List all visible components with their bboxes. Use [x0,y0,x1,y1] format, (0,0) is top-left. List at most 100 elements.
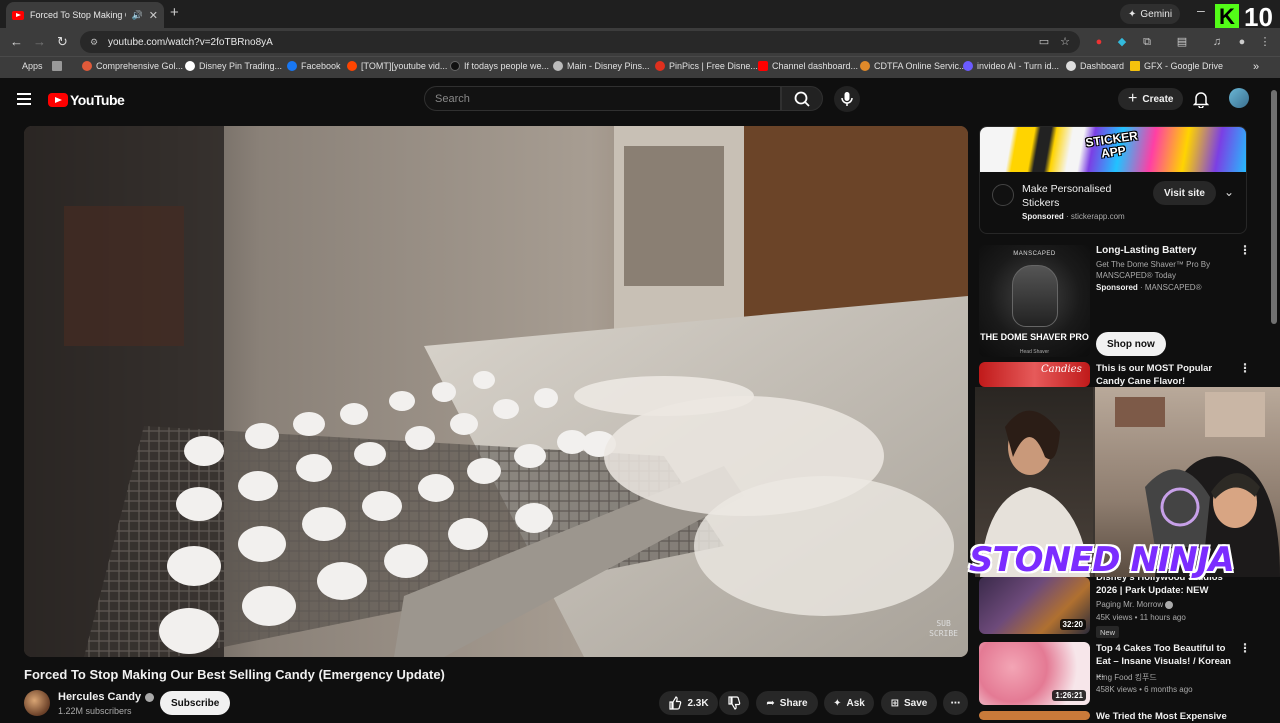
rec-thumbnail[interactable]: Candies [979,362,1090,387]
bookmarks-overflow-icon[interactable]: » [1253,61,1259,73]
gemini-button[interactable]: ✦ Gemini [1120,4,1181,24]
stream-name-overlay: STONED NINJA [969,540,1235,580]
bookmark-invideo[interactable]: invideo AI - Turn id... [963,61,1059,71]
channel-name[interactable]: Hercules Candy [58,691,155,703]
thumbs-up-icon [669,696,682,710]
bookmark-main-disney[interactable]: Main - Disney Pins... [553,61,650,71]
subscribe-button[interactable]: Subscribe [160,691,231,715]
notifications-bell-icon[interactable] [1192,90,1210,113]
create-button[interactable]: + Create [1118,88,1184,110]
rec-more-icon[interactable]: ⋮ [1239,362,1251,374]
url-field[interactable]: ⚙ youtube.com/watch?v=2foTBRno8yA [80,31,1080,53]
bookmark-reddit[interactable]: [TOMT][youtube vid... [347,61,447,71]
youtube-header: YouTube Search + Create [0,78,1280,122]
forward-icon[interactable]: → [33,34,46,49]
video-frame-candy-conveyor [24,126,968,657]
subscriber-count: 1.22M subscribers [58,706,132,716]
bookmark-disney-pin-trading[interactable]: Disney Pin Trading... [185,61,282,71]
reload-icon[interactable]: ↻ [57,34,68,50]
bookmark-favicon-icon [1066,61,1076,71]
bookmark-channel-dashboard[interactable]: Channel dashboard... [758,61,858,71]
ad2-more-icon[interactable]: ⋮ [1239,244,1251,256]
profile-icon[interactable]: ● [1235,35,1249,49]
bookmark-dashboard[interactable]: Dashboard [1066,61,1124,71]
subscribe-watermark[interactable]: SUB SCRIBE [929,619,958,639]
bookmark-apps[interactable]: Apps [8,61,43,71]
bookmark-gfx-drive[interactable]: GFX - Google Drive [1130,61,1223,71]
invideo-icon [963,61,973,71]
ad2-title[interactable]: Long-Lasting Battery [1096,245,1197,256]
back-icon[interactable]: ← [10,34,23,49]
rec-thumbnail-label: Candies [1041,364,1082,375]
shaver-image [1012,265,1058,327]
share-arrow-icon: ➦ [766,697,775,709]
cast-icon[interactable]: ▭ [1037,35,1051,49]
close-tab-icon[interactable]: ✕ [149,9,158,22]
hamburger-menu-icon[interactable] [17,93,31,105]
playlist-add-icon: ⊞ [890,697,900,709]
user-avatar[interactable] [1229,88,1249,108]
dislike-button[interactable] [719,691,749,715]
browser-menu-icon[interactable]: ⋮ [1258,35,1272,49]
bookmark-star-icon[interactable]: ☆ [1058,35,1072,49]
extension-red-icon[interactable]: ● [1092,35,1106,49]
ask-button[interactable]: ✦ Ask [824,691,874,715]
speaker-icon[interactable]: 🔊 [132,10,143,21]
bookmark-tiktok[interactable]: If todays people we... [450,61,549,71]
browser-tab[interactable]: Forced To Stop Making Our 🔊 ✕ [6,2,164,28]
bookmark-favicon-icon [553,61,563,71]
bookmark-comprehensive[interactable]: Comprehensive Gol... [82,61,183,71]
bookmark-grid[interactable] [52,61,66,71]
verified-check-icon [1165,600,1174,609]
new-badge: New [1096,626,1120,638]
search-icon [794,91,810,107]
rec-channel[interactable]: King Food 킹푸드 [1096,672,1157,683]
rec-more-icon[interactable]: ⋮ [1239,642,1251,654]
visit-site-button[interactable]: Visit site [1153,181,1216,205]
ad-banner-image[interactable]: STICKER APP [980,127,1246,172]
page-scrollbar[interactable] [1271,90,1277,324]
like-button[interactable]: 2.3K [659,691,718,715]
channel-avatar[interactable] [24,690,50,716]
address-bar-row: ← → ↻ ⚙ youtube.com/watch?v=2foTBRno8yA … [0,28,1280,56]
thumbs-down-icon [728,696,741,710]
chevron-down-icon[interactable]: ⌄ [1224,185,1234,199]
new-tab-button[interactable]: + [170,4,179,21]
rec-title[interactable]: We Tried the Most Expensive [1096,710,1236,723]
rec-thumbnail[interactable]: 1:26:21 [979,642,1090,705]
bookmark-facebook[interactable]: Facebook [287,61,341,71]
youtube-favicon-icon [12,10,24,20]
ad-title[interactable]: Make Personalised Stickers [1022,182,1132,210]
rec-title[interactable]: This is our MOST Popular Candy Cane Flav… [1096,362,1236,388]
youtube-icon [758,61,768,71]
share-button[interactable]: ➦ Share [756,691,818,715]
ad-product-subcaption: Head Shaver [1019,349,1050,355]
sponsored-ad-card[interactable]: STICKER APP Make Personalised Stickers S… [979,126,1247,234]
search-input[interactable]: Search [424,86,781,111]
bookmark-pinpics[interactable]: PinPics | Free Disne... [655,61,758,71]
save-button[interactable]: ⊞ Save [881,691,937,715]
bookmark-cdtfa[interactable]: CDTFA Online Servic... [860,61,967,71]
video-player[interactable]: SUB SCRIBE [24,126,968,657]
bookmark-favicon-icon [185,61,195,71]
pinpics-icon [655,61,665,71]
more-actions-button[interactable]: ⋯ [943,691,968,715]
ad-product-caption: THE DOME SHAVER PRO [980,332,1089,342]
rec-channel[interactable]: Paging Mr. Morrow [1096,600,1174,609]
youtube-logo[interactable]: YouTube [48,92,125,108]
minimize-window-button[interactable]: – [1197,2,1205,18]
ad-thumbnail-dome-shaver[interactable]: MANSCAPED THE DOME SHAVER PRO Head Shave… [979,245,1090,357]
site-info-icon[interactable]: ⚙ [90,37,100,47]
plus-icon: + [1128,90,1138,107]
side-panel-icon[interactable]: ▤ [1175,35,1189,49]
rec-thumbnail[interactable] [979,711,1090,720]
extensions-puzzle-icon[interactable]: ⧉ [1140,35,1154,49]
bookmark-favicon-icon [82,61,92,71]
extension-blue-icon[interactable]: ◆ [1115,35,1129,49]
shop-now-button[interactable]: Shop now [1096,332,1166,356]
rec-thumbnail[interactable]: 32:20 [979,577,1090,634]
media-controls-icon[interactable]: ♫ [1210,35,1224,49]
search-button[interactable] [781,86,823,111]
more-horizontal-icon: ⋯ [950,697,961,709]
voice-search-button[interactable] [834,86,860,112]
